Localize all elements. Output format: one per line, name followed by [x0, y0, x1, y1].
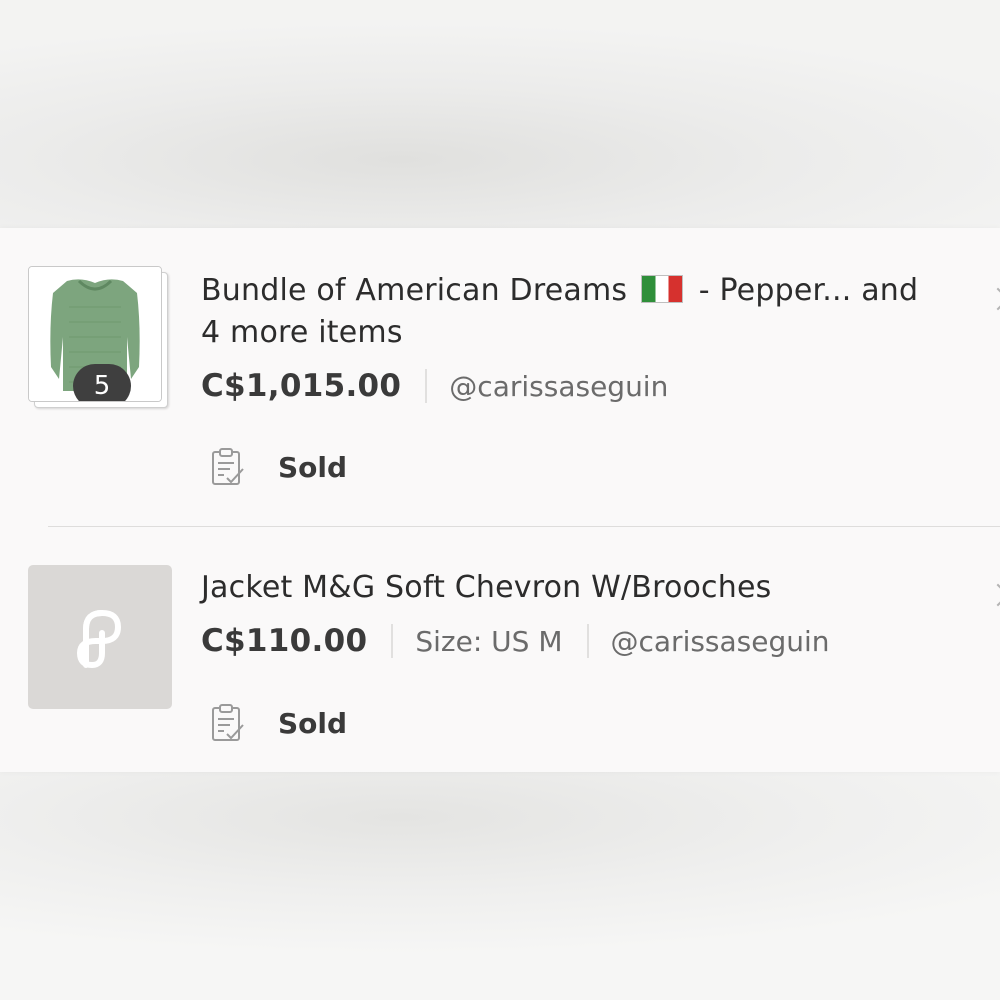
meta-separator	[586, 624, 589, 658]
placeholder-thumbnail[interactable]	[28, 565, 172, 709]
order-row-bundle[interactable]: 5 Bundle of American Dreams - Pepper... …	[0, 228, 1000, 527]
order-meta: C$1,015.00 @carissaseguin	[201, 364, 668, 408]
order-status: Sold	[210, 700, 347, 746]
order-title-line2[interactable]: 4 more items	[201, 312, 403, 354]
seller-username[interactable]: @carissaseguin	[449, 370, 668, 403]
order-status-label: Sold	[278, 450, 348, 484]
clipboard-check-icon	[212, 704, 244, 741]
italy-flag-icon	[640, 275, 683, 303]
order-price: C$110.00	[201, 623, 368, 659]
clipboard-check-icon	[212, 448, 244, 485]
order-title-continuation: - Pepper... and	[698, 273, 919, 308]
seller-username[interactable]: @carissaseguin	[611, 625, 830, 658]
meta-separator	[391, 624, 394, 658]
background-blur-top	[0, 0, 1000, 228]
item-count-badge: 5	[73, 364, 131, 401]
order-row-jacket[interactable]: Jacket M&G Soft Chevron W/Brooches C$110…	[0, 527, 1000, 772]
order-status: Sold	[210, 444, 347, 490]
chevron-right-icon[interactable]	[986, 287, 1000, 311]
meta-separator	[425, 369, 428, 403]
order-title-line1[interactable]: Bundle of American Dreams - Pepper... an…	[201, 270, 918, 312]
order-meta: C$110.00 Size: US M @carissaseguin	[201, 619, 830, 663]
order-status-label: Sold	[278, 706, 348, 740]
item-size: Size: US M	[415, 624, 563, 658]
chevron-right-icon[interactable]	[986, 583, 1000, 607]
sweater-image: 5	[28, 266, 162, 402]
order-title[interactable]: Jacket M&G Soft Chevron W/Brooches	[201, 567, 771, 609]
background-blur-bottom	[0, 772, 1000, 1000]
order-list: 5 Bundle of American Dreams - Pepper... …	[0, 228, 1000, 772]
order-price: C$1,015.00	[201, 368, 402, 404]
poshmark-logo-icon	[76, 609, 122, 669]
order-title-text: Bundle of American Dreams	[201, 273, 628, 308]
bundle-thumbnail[interactable]: 5	[28, 266, 168, 408]
